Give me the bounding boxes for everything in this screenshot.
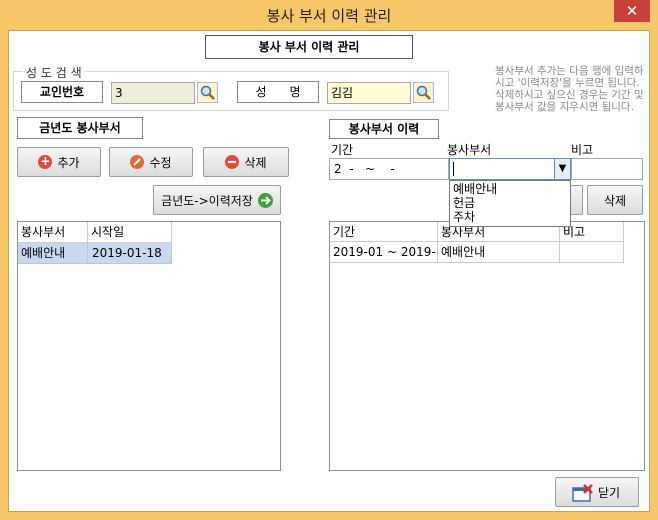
app-window: 봉사 부서 이력 관리 ✕ 봉사 부서 이력 관리 성 도 검 색 교인번호 3… — [0, 0, 658, 520]
name-search-button[interactable] — [413, 82, 434, 103]
help-note: 봉사부서 추가는 다음 행에 입력하시고 '이력저장'을 누르면 됩니다. 삭제… — [495, 65, 645, 113]
history-col-period: 기간 — [330, 222, 438, 242]
chevron-down-icon[interactable]: ▼ — [554, 159, 570, 179]
help-note-add: 봉사부서 추가는 다음 행에 입력하시고 '이력저장'을 누르면 됩니다. — [495, 65, 644, 89]
text-caret — [453, 162, 454, 176]
current-col-dept: 봉사부서 — [18, 222, 88, 243]
current-row-start: 2019-01-18 — [88, 243, 172, 264]
magnifier-icon — [200, 85, 215, 100]
delete-button-label: 삭제 — [244, 155, 267, 170]
dropdown-option-parking[interactable]: 주차 — [450, 210, 570, 224]
member-no-field[interactable]: 3 — [111, 82, 195, 104]
search-group-label: 성 도 검 색 — [23, 64, 85, 81]
history-grid: 기간 봉사부서 비고 2019-01 ~ 2019-1 예배안내 — [329, 221, 645, 471]
close-window-icon — [572, 484, 594, 502]
table-row[interactable]: 예배안내 2019-01-18 — [18, 243, 172, 264]
window-title: 봉사 부서 이력 관리 — [266, 7, 392, 25]
current-col-start: 시작일 — [88, 222, 172, 243]
close-button-label: 닫기 — [597, 485, 621, 500]
save-history-button[interactable]: 금년도->이력저장 — [153, 185, 281, 215]
history-section-label: 봉사부서 이력 — [329, 119, 439, 139]
dept-combobox[interactable]: ▼ — [449, 158, 571, 180]
pencil-icon — [130, 155, 145, 169]
edit-button[interactable]: 수정 — [109, 147, 193, 177]
save-history-button-label: 금년도->이력저장 — [161, 193, 253, 208]
period-label: 기간 — [331, 143, 354, 157]
history-row-period: 2019-01 ~ 2019-1 — [330, 242, 438, 263]
current-row-dept: 예배안내 — [18, 243, 88, 264]
history-delete-label: 삭제 — [603, 193, 627, 208]
page-title: 봉사 부서 이력 관리 — [205, 35, 413, 59]
member-search-button[interactable] — [197, 82, 218, 103]
plus-icon: + — [38, 154, 53, 169]
current-section-label: 금년도 봉사부서 — [17, 117, 143, 139]
client-area: 봉사 부서 이력 관리 성 도 검 색 교인번호 3 성 명 김김 봉사부서 추… — [8, 30, 650, 512]
minus-icon — [225, 155, 240, 169]
dropdown-option-offering[interactable]: 헌금 — [450, 196, 570, 210]
close-button[interactable]: 닫기 — [555, 477, 639, 507]
history-row-remark — [560, 242, 624, 263]
remark-label: 비고 — [571, 143, 594, 157]
member-no-label: 교인번호 — [21, 81, 103, 103]
remark-input[interactable] — [571, 158, 643, 180]
help-note-delete: 삭제하시고 싶으신 경우는 기간 및 봉사부서 값을 지우시면 됩니다. — [495, 89, 644, 113]
arrow-right-icon — [257, 192, 273, 208]
period-input[interactable]: 2 - ~ - — [329, 158, 449, 180]
history-delete-button[interactable]: 삭제 — [587, 185, 643, 215]
dept-label: 봉사부서 — [447, 143, 492, 157]
delete-button[interactable]: 삭제 — [203, 147, 289, 177]
dept-dropdown-list: 예배안내 헌금 주차 — [449, 180, 571, 227]
add-button[interactable]: + 추가 — [17, 147, 101, 177]
name-label: 성 명 — [237, 81, 319, 103]
name-field[interactable]: 김김 — [327, 82, 411, 104]
current-grid: 봉사부서 시작일 예배안내 2019-01-18 — [17, 221, 281, 471]
title-bar: 봉사 부서 이력 관리 ✕ — [0, 0, 658, 30]
dropdown-option-worship-guide[interactable]: 예배안내 — [450, 182, 570, 196]
table-row[interactable]: 2019-01 ~ 2019-1 예배안내 — [330, 242, 624, 263]
window-close-button[interactable]: ✕ — [614, 0, 650, 22]
edit-button-label: 수정 — [149, 155, 172, 170]
history-row-dept: 예배안내 — [438, 242, 560, 263]
add-button-label: 추가 — [57, 155, 80, 170]
magnifier-icon — [416, 85, 431, 100]
